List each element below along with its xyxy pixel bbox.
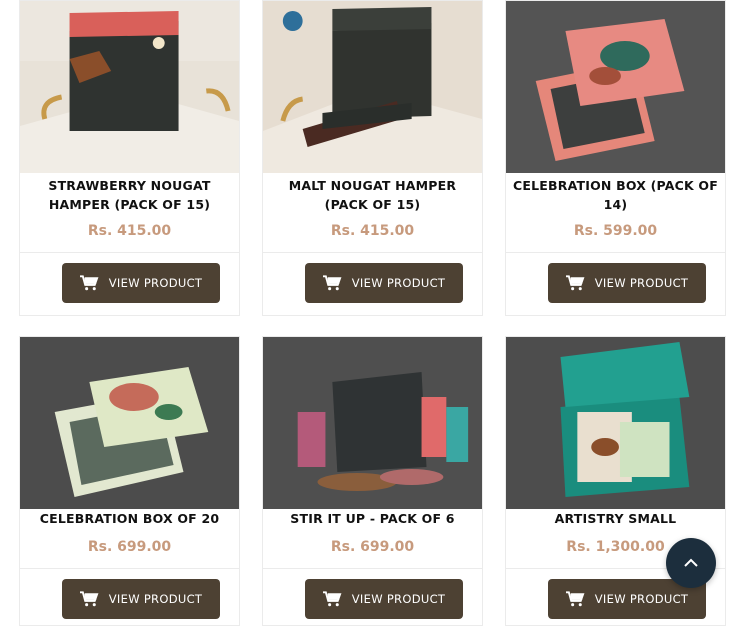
product-image[interactable] [263, 337, 482, 509]
product-image[interactable] [20, 1, 239, 173]
product-title[interactable]: CELEBRATION BOX OF 20 [24, 509, 235, 528]
product-title[interactable]: STRAWBERRY NOUGAT HAMPER (PACK OF 15) [24, 176, 235, 214]
card-divider [506, 252, 725, 253]
product-card[interactable]: MALT NOUGAT HAMPER (PACK OF 15) Rs. 415.… [262, 0, 483, 316]
product-card[interactable]: STRAWBERRY NOUGAT HAMPER (PACK OF 15) Rs… [19, 0, 240, 316]
product-image[interactable] [263, 1, 482, 173]
product-card[interactable]: STIR IT UP - PACK OF 6 Rs. 699.00 VIEW P… [262, 336, 483, 626]
button-label: VIEW PRODUCT [351, 592, 446, 606]
button-label: VIEW PRODUCT [108, 276, 203, 290]
view-product-button[interactable]: VIEW PRODUCT [305, 579, 463, 619]
product-image[interactable] [20, 337, 239, 509]
button-label: VIEW PRODUCT [594, 592, 689, 606]
view-product-button[interactable]: VIEW PRODUCT [548, 263, 706, 303]
product-card[interactable]: CELEBRATION BOX (PACK OF 14) Rs. 599.00 … [505, 0, 726, 316]
product-price: Rs. 699.00 [87, 539, 172, 555]
view-product-button[interactable]: VIEW PRODUCT [305, 263, 463, 303]
product-price: Rs. 415.00 [87, 223, 172, 239]
view-product-button[interactable]: VIEW PRODUCT [62, 579, 220, 619]
product-image[interactable] [506, 1, 725, 173]
scroll-to-top-button[interactable] [666, 538, 716, 588]
shopping-cart-icon [322, 275, 342, 291]
button-label: VIEW PRODUCT [351, 276, 446, 290]
product-title[interactable]: ARTISTRY SMALL [510, 509, 721, 528]
view-product-button[interactable]: VIEW PRODUCT [62, 263, 220, 303]
button-label: VIEW PRODUCT [108, 592, 203, 606]
product-title[interactable]: STIR IT UP - PACK OF 6 [267, 509, 478, 528]
card-divider [20, 252, 239, 253]
button-label: VIEW PRODUCT [594, 276, 689, 290]
product-price: Rs. 699.00 [330, 539, 415, 555]
product-price: Rs. 415.00 [330, 223, 415, 239]
card-divider [20, 568, 239, 569]
card-divider [263, 252, 482, 253]
shopping-cart-icon [79, 275, 99, 291]
shopping-cart-icon [79, 591, 99, 607]
shopping-cart-icon [565, 275, 585, 291]
product-image[interactable] [506, 337, 725, 509]
chevron-up-icon [684, 558, 698, 567]
product-price: Rs. 599.00 [573, 223, 658, 239]
card-divider [263, 568, 482, 569]
shopping-cart-icon [565, 591, 585, 607]
product-card[interactable]: CELEBRATION BOX OF 20 Rs. 699.00 VIEW PR… [19, 336, 240, 626]
product-title[interactable]: MALT NOUGAT HAMPER (PACK OF 15) [267, 176, 478, 214]
product-title[interactable]: CELEBRATION BOX (PACK OF 14) [510, 176, 721, 214]
shopping-cart-icon [322, 591, 342, 607]
